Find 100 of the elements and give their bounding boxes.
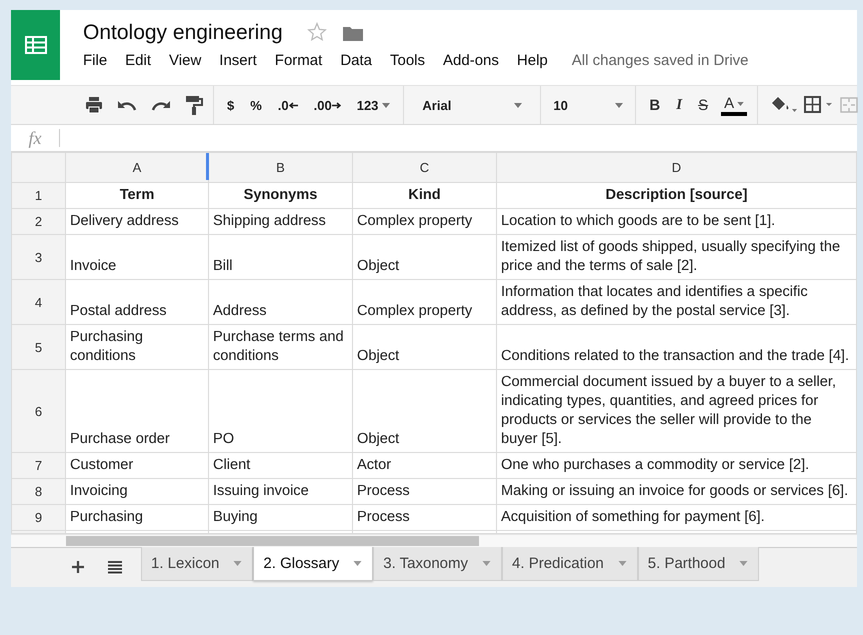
scrollbar-thumb[interactable] [66, 536, 479, 546]
number-format-button[interactable]: $ [224, 96, 238, 114]
row-header[interactable]: 3 [12, 234, 66, 280]
table-cell: Bill [208, 234, 352, 280]
header-cell: Term [66, 182, 208, 208]
table-cell: Object [352, 324, 496, 370]
table-cell: Object [352, 234, 496, 280]
number-format-button[interactable]: .0 [274, 96, 301, 114]
paint-roller-icon[interactable] [185, 95, 203, 115]
table-cell: Client [208, 452, 352, 478]
plus-icon [71, 560, 85, 574]
row-header[interactable]: 5 [12, 324, 66, 370]
caret-icon [514, 102, 522, 108]
table-cell: Customer [66, 452, 208, 478]
caret-icon [353, 561, 362, 566]
row-header[interactable]: 4 [12, 280, 66, 324]
row-header[interactable]: 8 [12, 478, 66, 504]
undo-icon[interactable] [117, 98, 137, 112]
table-cell: Complex property [352, 208, 496, 234]
table-cell: Information that locates and identifies a specific address, as defined by the postal service [3]. [496, 280, 856, 324]
menu-item[interactable]: File [83, 52, 108, 69]
row-header[interactable]: 9 [12, 504, 66, 530]
row-header[interactable]: 7 [12, 452, 66, 478]
table-cell: Invoice [66, 234, 208, 280]
menu-item[interactable]: Add-ons [443, 52, 499, 69]
table-cell: Shipping address [208, 208, 352, 234]
column-header[interactable]: B [208, 152, 352, 182]
caret-icon [482, 561, 492, 566]
table-cell: Object [352, 370, 496, 452]
table-cell: Making or issuing an invoice for goods or services [6]. [496, 478, 856, 504]
merge-cells-icon[interactable] [840, 97, 858, 113]
table-cell: Process [352, 478, 496, 504]
table-cell: Acquisition of something for payment [6]. [496, 504, 856, 530]
document-title[interactable]: Ontology engineering [83, 21, 283, 45]
table-cell: Issuing invoice [208, 478, 352, 504]
table-cell: Location to which goods are to be sent [1]. [496, 208, 856, 234]
number-format-button[interactable]: % [247, 96, 265, 114]
header-cell: Kind [352, 182, 496, 208]
table-cell: One who purchases a commodity or service [2]. [496, 452, 856, 478]
list-icon [107, 560, 123, 574]
table-cell: Actor [352, 452, 496, 478]
caret-icon [382, 102, 390, 108]
right-arrow-icon [332, 102, 341, 108]
row-header[interactable]: 6 [12, 370, 66, 452]
caret-icon [737, 102, 744, 106]
table-icon [24, 36, 46, 54]
table-cell: Commercial document issued by a buyer to a seller, indicating types, quantities, and agreed prices for products or services the seller will provide to the buyer [5]. [496, 370, 856, 452]
header-cell: Description [source] [496, 182, 856, 208]
sheet-tab[interactable]: 5. Parthood [638, 547, 760, 581]
column-header[interactable]: C [352, 152, 496, 182]
row-header[interactable]: 2 [12, 208, 66, 234]
menu-item[interactable]: Data [340, 52, 372, 69]
table-cell: Process [352, 504, 496, 530]
menu-item[interactable]: Edit [125, 52, 152, 69]
table-cell: Purchasing conditions [66, 324, 208, 370]
folder-icon[interactable] [342, 25, 363, 41]
row-header[interactable]: 1 [12, 182, 66, 208]
table-cell: Invoicing [66, 478, 208, 504]
table-cell: Buying [208, 504, 352, 530]
caret-icon [233, 561, 242, 566]
column-header[interactable]: D [496, 152, 856, 182]
text-format-button[interactable]: S [695, 94, 712, 116]
menu-item[interactable]: Format [274, 52, 322, 69]
number-format-button[interactable]: 123 [354, 96, 394, 114]
text-format-button[interactable]: A [721, 94, 748, 116]
table-cell: Address [208, 280, 352, 324]
caret-icon [739, 561, 748, 566]
table-cell: Delivery address [66, 208, 208, 234]
caret-icon [618, 561, 627, 566]
table-cell: Postal address [66, 280, 208, 324]
sheets-logo[interactable] [11, 10, 60, 80]
font-dropdown[interactable]: Arial [414, 98, 530, 112]
menu-item[interactable]: Insert [219, 52, 257, 69]
table-cell: Purchase order [66, 370, 208, 452]
number-format-button[interactable]: .00 [310, 96, 344, 114]
column-header[interactable]: A [66, 152, 208, 182]
sheet-tab[interactable]: 1. Lexicon [141, 547, 254, 581]
text-format-button[interactable]: I [673, 94, 686, 116]
header-cell: Synonyms [208, 182, 352, 208]
formula-label: fx [28, 128, 42, 148]
table-cell: Complex property [352, 280, 496, 324]
sheet-tab[interactable]: 3. Taxonomy [373, 547, 502, 581]
sheet-tab[interactable]: 4. Predication [502, 547, 638, 581]
table-cell: Purchase terms and conditions [208, 324, 352, 370]
left-arrow-icon [288, 102, 298, 108]
borders-icon[interactable] [804, 96, 834, 114]
menu-item[interactable]: Tools [390, 52, 426, 69]
print-icon[interactable] [85, 96, 103, 114]
sheet-tab[interactable]: 2. Glossary [253, 547, 374, 581]
table-cell: Itemized list of goods shipped, usually specifying the price and the terms of sale [2]. [496, 234, 856, 280]
table-cell: Purchasing [66, 504, 208, 530]
table-cell: Conditions related to the transaction and the trade [4]. [496, 324, 856, 370]
font-size-dropdown[interactable]: 10 [551, 98, 626, 112]
star-icon[interactable] [306, 22, 327, 42]
caret-icon [615, 102, 624, 108]
menu-item[interactable]: Help [516, 52, 548, 69]
text-format-button[interactable]: B [646, 94, 664, 116]
table-cell: PO [208, 370, 352, 452]
save-status: All changes saved in Drive [572, 52, 749, 69]
menu-item[interactable]: View [169, 52, 202, 69]
